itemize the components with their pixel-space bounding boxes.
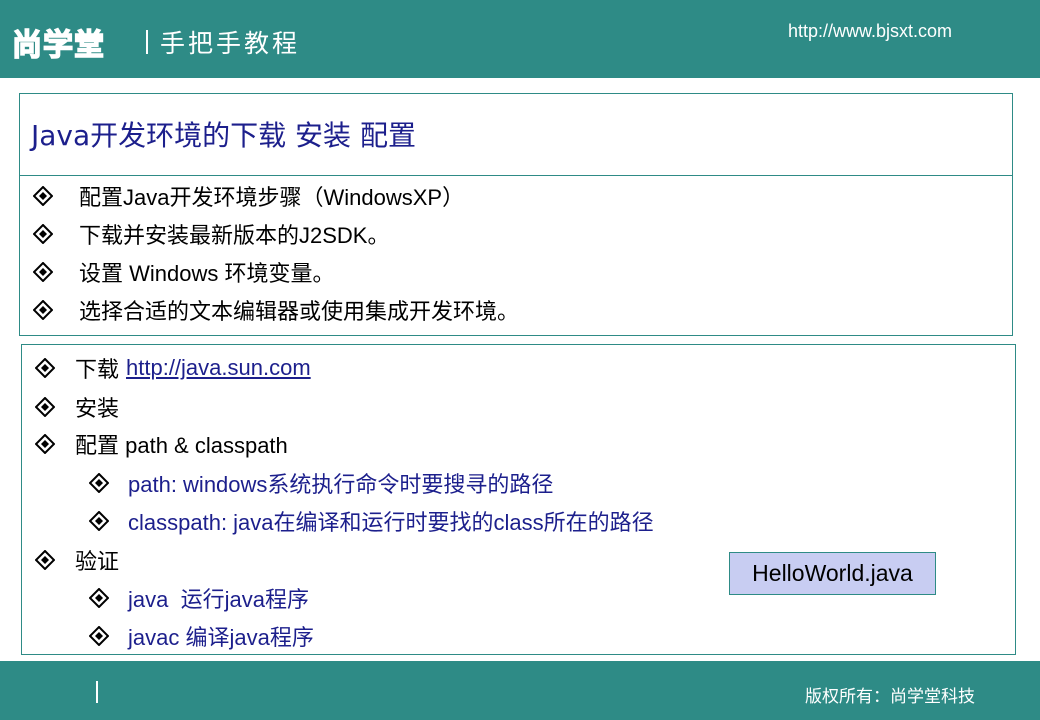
footer-bar: 版权所有：尚学堂科技	[0, 661, 1040, 720]
step-text: 设置 Windows 环境变量。	[79, 261, 335, 286]
site-url[interactable]: http://www.bjsxt.com	[788, 21, 952, 42]
list-item: 验证	[35, 542, 119, 578]
header-bar: 尚学堂 手把手教程 http://www.bjsxt.com	[0, 0, 1040, 78]
config-path-text: path: windows系统执行命令时要搜寻的路径	[128, 472, 554, 497]
diamond-bullet-icon	[89, 511, 109, 531]
title-box: Java开发环境的下载 安装 配置 配置Java开发环境步骤（WindowsXP…	[19, 93, 1013, 336]
step-text: 配置Java开发环境步骤（WindowsXP）	[79, 185, 465, 210]
diamond-bullet-icon	[89, 588, 109, 608]
helloworld-note: HelloWorld.java	[729, 552, 936, 595]
list-item: javac 编译java程序	[89, 618, 314, 654]
diamond-bullet-icon	[33, 224, 53, 244]
download-link[interactable]: http://java.sun.com	[126, 355, 311, 381]
config-classpath-text: classpath: java在编译和运行时要找的class所在的路径	[128, 510, 654, 535]
list-item: 配置Java开发环境步骤（WindowsXP）	[33, 178, 464, 214]
diamond-bullet-icon	[35, 550, 55, 570]
diamond-bullet-icon	[89, 473, 109, 493]
list-item: 设置 Windows 环境变量。	[33, 254, 334, 290]
diamond-bullet-icon	[89, 626, 109, 646]
install-label: 安装	[75, 396, 120, 421]
list-item: classpath: java在编译和运行时要找的class所在的路径	[89, 503, 654, 539]
diamond-bullet-icon	[33, 186, 53, 206]
diamond-bullet-icon	[35, 358, 55, 378]
copyright-text: 版权所有：尚学堂科技	[805, 687, 975, 707]
verify-javac-text: javac 编译java程序	[128, 625, 314, 650]
list-item: 选择合适的文本编辑器或使用集成开发环境。	[33, 292, 519, 328]
diamond-bullet-icon	[35, 434, 55, 454]
details-box: 下载 http://java.sun.com 安装 配置 path & clas…	[21, 344, 1016, 655]
diamond-bullet-icon	[33, 262, 53, 282]
verify-java-text: java 运行java程序	[128, 587, 309, 612]
step-text: 下载并安装最新版本的J2SDK。	[79, 223, 390, 248]
slide-title: Java开发环境的下载 安装 配置	[31, 119, 416, 152]
download-label: 下载	[75, 357, 120, 382]
list-item: java 运行java程序	[89, 580, 309, 616]
tagline: 手把手教程	[160, 29, 301, 58]
diamond-bullet-icon	[35, 397, 55, 417]
verify-label: 验证	[75, 549, 120, 574]
list-item: 安装	[35, 389, 119, 425]
list-item: 下载 http://java.sun.com	[35, 350, 311, 386]
step-text: 选择合适的文本编辑器或使用集成开发环境。	[79, 299, 520, 324]
header-divider	[146, 30, 148, 54]
list-item: 下载并安装最新版本的J2SDK。	[33, 216, 389, 252]
diamond-bullet-icon	[33, 300, 53, 320]
list-item: path: windows系统执行命令时要搜寻的路径	[89, 465, 553, 501]
title-divider	[20, 175, 1012, 176]
list-item: 配置 path & classpath	[35, 426, 288, 462]
logo: 尚学堂	[11, 27, 105, 64]
footer-divider	[96, 681, 98, 703]
config-label: 配置 path & classpath	[75, 433, 288, 458]
